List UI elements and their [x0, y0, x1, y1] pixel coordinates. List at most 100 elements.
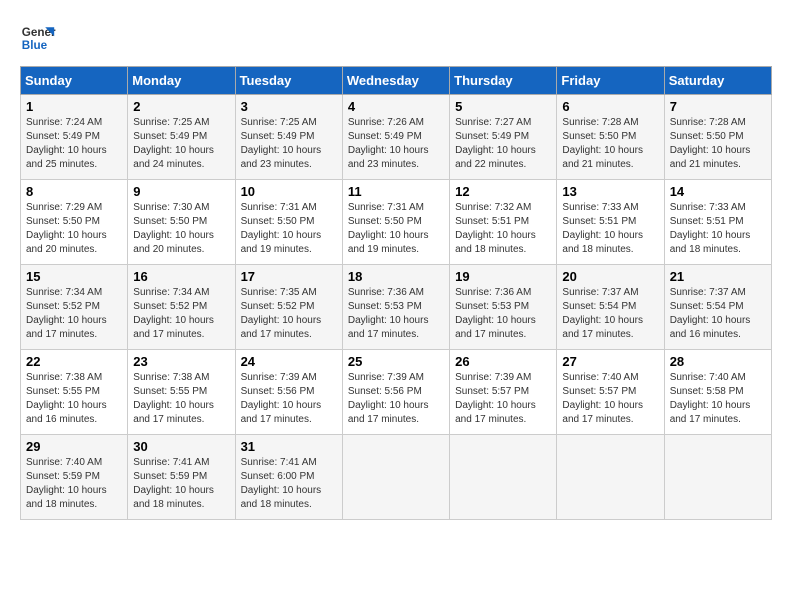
- day-number: 8: [26, 184, 122, 199]
- calendar-cell: 5 Sunrise: 7:27 AMSunset: 5:49 PMDayligh…: [450, 95, 557, 180]
- calendar-cell: 16 Sunrise: 7:34 AMSunset: 5:52 PMDaylig…: [128, 265, 235, 350]
- day-info: Sunrise: 7:40 AMSunset: 5:58 PMDaylight:…: [670, 372, 751, 425]
- day-number: 6: [562, 99, 658, 114]
- day-number: 12: [455, 184, 551, 199]
- weekday-header: Tuesday: [235, 67, 342, 95]
- day-number: 20: [562, 269, 658, 284]
- calendar-cell: 1 Sunrise: 7:24 AMSunset: 5:49 PMDayligh…: [21, 95, 128, 180]
- calendar-body: 1 Sunrise: 7:24 AMSunset: 5:49 PMDayligh…: [21, 95, 772, 520]
- calendar-cell: 23 Sunrise: 7:38 AMSunset: 5:55 PMDaylig…: [128, 350, 235, 435]
- day-number: 2: [133, 99, 229, 114]
- weekday-header: Saturday: [664, 67, 771, 95]
- day-number: 26: [455, 354, 551, 369]
- calendar-cell: 19 Sunrise: 7:36 AMSunset: 5:53 PMDaylig…: [450, 265, 557, 350]
- day-info: Sunrise: 7:31 AMSunset: 5:50 PMDaylight:…: [348, 202, 429, 255]
- weekday-header: Friday: [557, 67, 664, 95]
- day-number: 1: [26, 99, 122, 114]
- day-info: Sunrise: 7:40 AMSunset: 5:59 PMDaylight:…: [26, 457, 107, 510]
- header: General Blue: [20, 20, 772, 56]
- day-number: 10: [241, 184, 337, 199]
- day-info: Sunrise: 7:36 AMSunset: 5:53 PMDaylight:…: [455, 287, 536, 340]
- svg-text:Blue: Blue: [22, 39, 48, 52]
- day-info: Sunrise: 7:33 AMSunset: 5:51 PMDaylight:…: [562, 202, 643, 255]
- calendar-cell: [557, 435, 664, 520]
- calendar-cell: [342, 435, 449, 520]
- day-number: 27: [562, 354, 658, 369]
- day-info: Sunrise: 7:41 AMSunset: 6:00 PMDaylight:…: [241, 457, 322, 510]
- day-number: 3: [241, 99, 337, 114]
- day-number: 7: [670, 99, 766, 114]
- day-number: 17: [241, 269, 337, 284]
- calendar-row: 8 Sunrise: 7:29 AMSunset: 5:50 PMDayligh…: [21, 180, 772, 265]
- day-info: Sunrise: 7:27 AMSunset: 5:49 PMDaylight:…: [455, 117, 536, 170]
- day-info: Sunrise: 7:39 AMSunset: 5:57 PMDaylight:…: [455, 372, 536, 425]
- day-number: 9: [133, 184, 229, 199]
- day-info: Sunrise: 7:30 AMSunset: 5:50 PMDaylight:…: [133, 202, 214, 255]
- calendar-cell: [664, 435, 771, 520]
- calendar-cell: 9 Sunrise: 7:30 AMSunset: 5:50 PMDayligh…: [128, 180, 235, 265]
- day-number: 29: [26, 439, 122, 454]
- day-info: Sunrise: 7:34 AMSunset: 5:52 PMDaylight:…: [133, 287, 214, 340]
- day-number: 14: [670, 184, 766, 199]
- calendar-row: 15 Sunrise: 7:34 AMSunset: 5:52 PMDaylig…: [21, 265, 772, 350]
- calendar-row: 1 Sunrise: 7:24 AMSunset: 5:49 PMDayligh…: [21, 95, 772, 180]
- calendar-cell: 22 Sunrise: 7:38 AMSunset: 5:55 PMDaylig…: [21, 350, 128, 435]
- calendar-cell: 24 Sunrise: 7:39 AMSunset: 5:56 PMDaylig…: [235, 350, 342, 435]
- calendar-cell: 7 Sunrise: 7:28 AMSunset: 5:50 PMDayligh…: [664, 95, 771, 180]
- calendar-table: SundayMondayTuesdayWednesdayThursdayFrid…: [20, 66, 772, 520]
- day-info: Sunrise: 7:28 AMSunset: 5:50 PMDaylight:…: [670, 117, 751, 170]
- day-number: 5: [455, 99, 551, 114]
- weekday-header: Monday: [128, 67, 235, 95]
- calendar-cell: 26 Sunrise: 7:39 AMSunset: 5:57 PMDaylig…: [450, 350, 557, 435]
- weekday-header: Sunday: [21, 67, 128, 95]
- day-info: Sunrise: 7:32 AMSunset: 5:51 PMDaylight:…: [455, 202, 536, 255]
- calendar-cell: 25 Sunrise: 7:39 AMSunset: 5:56 PMDaylig…: [342, 350, 449, 435]
- calendar-cell: 10 Sunrise: 7:31 AMSunset: 5:50 PMDaylig…: [235, 180, 342, 265]
- calendar-cell: 28 Sunrise: 7:40 AMSunset: 5:58 PMDaylig…: [664, 350, 771, 435]
- day-info: Sunrise: 7:29 AMSunset: 5:50 PMDaylight:…: [26, 202, 107, 255]
- calendar-cell: 20 Sunrise: 7:37 AMSunset: 5:54 PMDaylig…: [557, 265, 664, 350]
- day-info: Sunrise: 7:35 AMSunset: 5:52 PMDaylight:…: [241, 287, 322, 340]
- day-number: 11: [348, 184, 444, 199]
- calendar-row: 29 Sunrise: 7:40 AMSunset: 5:59 PMDaylig…: [21, 435, 772, 520]
- day-number: 30: [133, 439, 229, 454]
- logo: General Blue: [20, 20, 56, 56]
- day-info: Sunrise: 7:25 AMSunset: 5:49 PMDaylight:…: [241, 117, 322, 170]
- weekday-header: Wednesday: [342, 67, 449, 95]
- calendar-header: SundayMondayTuesdayWednesdayThursdayFrid…: [21, 67, 772, 95]
- calendar-cell: 14 Sunrise: 7:33 AMSunset: 5:51 PMDaylig…: [664, 180, 771, 265]
- calendar-cell: 11 Sunrise: 7:31 AMSunset: 5:50 PMDaylig…: [342, 180, 449, 265]
- calendar-cell: 8 Sunrise: 7:29 AMSunset: 5:50 PMDayligh…: [21, 180, 128, 265]
- day-number: 23: [133, 354, 229, 369]
- day-info: Sunrise: 7:36 AMSunset: 5:53 PMDaylight:…: [348, 287, 429, 340]
- day-number: 31: [241, 439, 337, 454]
- day-number: 22: [26, 354, 122, 369]
- day-info: Sunrise: 7:41 AMSunset: 5:59 PMDaylight:…: [133, 457, 214, 510]
- day-info: Sunrise: 7:37 AMSunset: 5:54 PMDaylight:…: [670, 287, 751, 340]
- day-info: Sunrise: 7:34 AMSunset: 5:52 PMDaylight:…: [26, 287, 107, 340]
- day-info: Sunrise: 7:38 AMSunset: 5:55 PMDaylight:…: [133, 372, 214, 425]
- day-info: Sunrise: 7:33 AMSunset: 5:51 PMDaylight:…: [670, 202, 751, 255]
- logo-icon: General Blue: [20, 20, 56, 56]
- calendar-cell: 4 Sunrise: 7:26 AMSunset: 5:49 PMDayligh…: [342, 95, 449, 180]
- calendar-cell: 13 Sunrise: 7:33 AMSunset: 5:51 PMDaylig…: [557, 180, 664, 265]
- calendar-cell: 29 Sunrise: 7:40 AMSunset: 5:59 PMDaylig…: [21, 435, 128, 520]
- day-number: 4: [348, 99, 444, 114]
- calendar-cell: 2 Sunrise: 7:25 AMSunset: 5:49 PMDayligh…: [128, 95, 235, 180]
- calendar-cell: 18 Sunrise: 7:36 AMSunset: 5:53 PMDaylig…: [342, 265, 449, 350]
- calendar-cell: 21 Sunrise: 7:37 AMSunset: 5:54 PMDaylig…: [664, 265, 771, 350]
- day-number: 21: [670, 269, 766, 284]
- day-info: Sunrise: 7:26 AMSunset: 5:49 PMDaylight:…: [348, 117, 429, 170]
- day-info: Sunrise: 7:37 AMSunset: 5:54 PMDaylight:…: [562, 287, 643, 340]
- day-number: 18: [348, 269, 444, 284]
- day-number: 24: [241, 354, 337, 369]
- weekday-header: Thursday: [450, 67, 557, 95]
- day-info: Sunrise: 7:39 AMSunset: 5:56 PMDaylight:…: [348, 372, 429, 425]
- day-info: Sunrise: 7:40 AMSunset: 5:57 PMDaylight:…: [562, 372, 643, 425]
- calendar-cell: 15 Sunrise: 7:34 AMSunset: 5:52 PMDaylig…: [21, 265, 128, 350]
- calendar-cell: 17 Sunrise: 7:35 AMSunset: 5:52 PMDaylig…: [235, 265, 342, 350]
- day-info: Sunrise: 7:25 AMSunset: 5:49 PMDaylight:…: [133, 117, 214, 170]
- day-number: 16: [133, 269, 229, 284]
- day-info: Sunrise: 7:39 AMSunset: 5:56 PMDaylight:…: [241, 372, 322, 425]
- calendar-cell: [450, 435, 557, 520]
